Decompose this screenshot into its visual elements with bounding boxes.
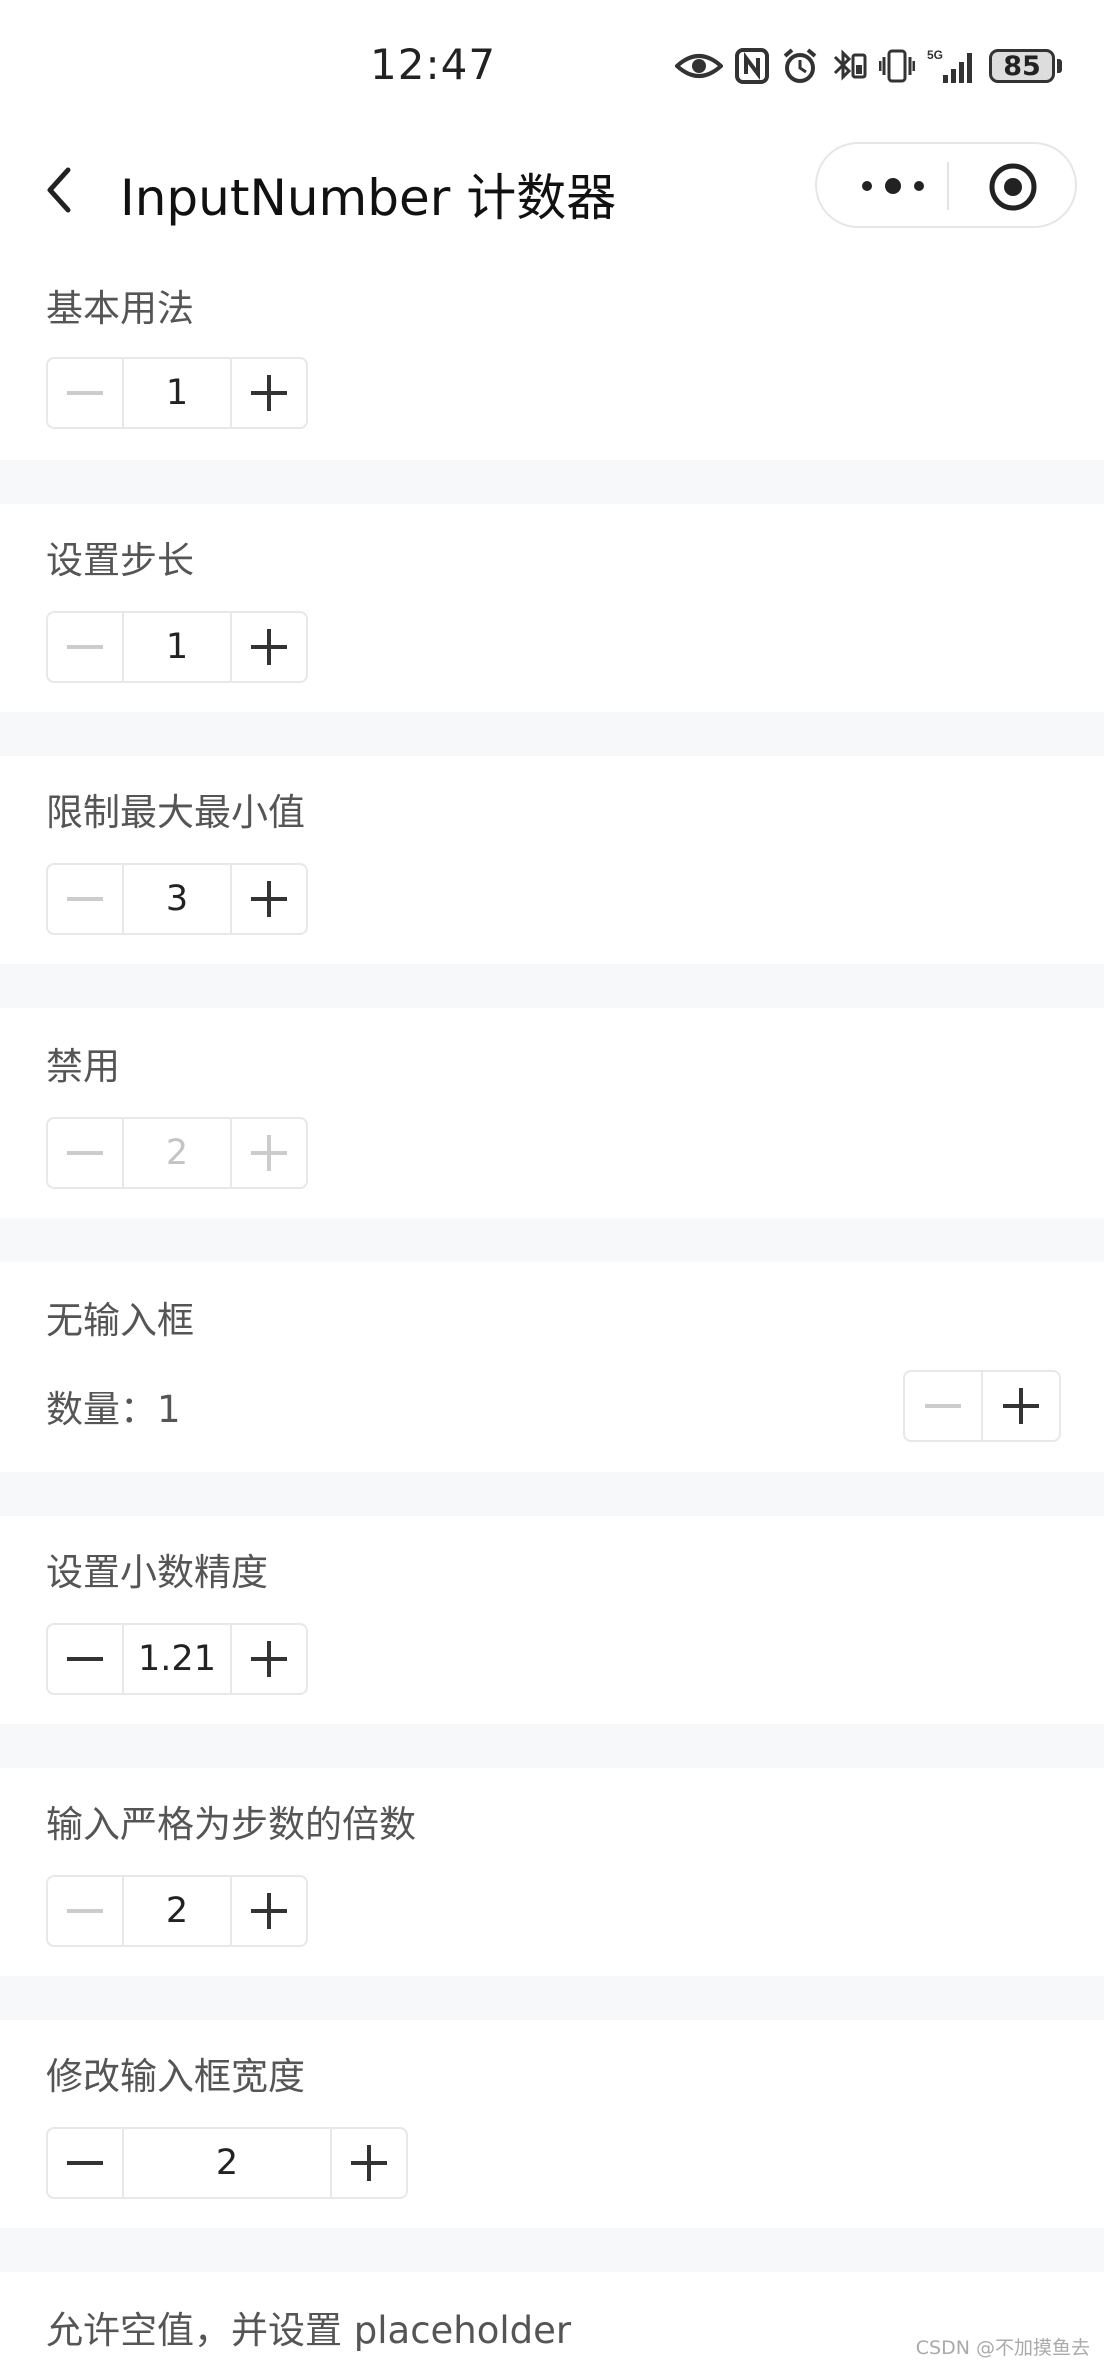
section-gap <box>0 964 1104 1008</box>
minus-icon <box>67 897 103 901</box>
section-decimal: 设置小数精度 1.21 <box>0 1516 1104 1724</box>
section-placeholder: 允许空值，并设置 placeholder <box>0 2272 1104 2376</box>
section-title: 限制最大最小值 <box>46 791 305 834</box>
minus-button[interactable] <box>905 1372 983 1440</box>
section-width: 修改输入框宽度 2 <box>0 2020 1104 2228</box>
value-input[interactable]: 1.21 <box>124 1625 230 1693</box>
section-disabled: 禁用 2 <box>0 1008 1104 1218</box>
plus-icon <box>1003 1388 1039 1424</box>
minus-button <box>48 1119 124 1187</box>
more-icon[interactable] <box>853 166 933 206</box>
mini-program-capsule <box>815 142 1077 228</box>
plus-icon <box>251 881 287 917</box>
minus-button[interactable] <box>48 613 124 681</box>
section-gap <box>0 2228 1104 2272</box>
nav-bar: InputNumber 计数器 <box>0 130 1104 245</box>
plus-button <box>230 1119 306 1187</box>
input-number-basic: 1 <box>46 357 308 429</box>
plus-button[interactable] <box>983 1372 1059 1440</box>
section-limit: 限制最大最小值 3 <box>0 756 1104 964</box>
minus-icon <box>67 1151 103 1155</box>
input-number-strict: 2 <box>46 1875 308 1947</box>
section-step: 设置步长 1 <box>0 504 1104 712</box>
watermark: CSDN @不加摸鱼去 <box>915 2337 1090 2359</box>
signal-icon: 5G <box>927 48 972 83</box>
plus-button[interactable] <box>230 359 306 427</box>
section-basic: 基本用法 1 <box>0 245 1104 460</box>
plus-button[interactable] <box>230 1625 306 1693</box>
input-number-width: 2 <box>46 2127 408 2199</box>
section-no-input: 无输入框 数量：1 <box>0 1262 1104 1472</box>
minus-button[interactable] <box>48 865 124 933</box>
page-title: InputNumber 计数器 <box>120 169 617 227</box>
value-input[interactable]: 1 <box>124 613 230 681</box>
section-title: 设置小数精度 <box>46 1551 268 1594</box>
close-target-icon[interactable] <box>987 161 1039 213</box>
input-number-step: 1 <box>46 611 308 683</box>
plus-button[interactable] <box>330 2129 406 2197</box>
value-input[interactable]: 2 <box>124 1877 230 1945</box>
capsule-divider <box>947 162 949 210</box>
section-gap <box>0 1472 1104 1516</box>
input-number-limit: 3 <box>46 863 308 935</box>
plus-icon <box>251 1641 287 1677</box>
minus-button[interactable] <box>48 1877 124 1945</box>
plus-button[interactable] <box>230 865 306 933</box>
minus-button[interactable] <box>48 1625 124 1693</box>
minus-icon <box>67 1909 103 1913</box>
vibrate-icon <box>879 49 915 83</box>
section-title: 无输入框 <box>46 1299 194 1342</box>
svg-text:5G: 5G <box>927 48 943 62</box>
section-title: 输入严格为步数的倍数 <box>46 1803 416 1846</box>
minus-button[interactable] <box>48 359 124 427</box>
status-icons: 5G 85 <box>675 44 1062 88</box>
input-number-no-input <box>903 1370 1061 1442</box>
quantity-label: 数量：1 <box>46 1388 181 1431</box>
section-title: 允许空值，并设置 placeholder <box>46 2309 572 2352</box>
plus-button[interactable] <box>230 1877 306 1945</box>
input-number-decimal: 1.21 <box>46 1623 308 1695</box>
minus-icon <box>67 645 103 649</box>
value-input[interactable]: 3 <box>124 865 230 933</box>
plus-icon <box>251 375 287 411</box>
section-title: 基本用法 <box>46 287 194 330</box>
input-number-disabled: 2 <box>46 1117 308 1189</box>
status-bar: 12:47 5G 85 <box>0 0 1104 130</box>
eye-icon <box>675 54 723 78</box>
plus-icon <box>251 629 287 665</box>
plus-icon <box>251 1135 287 1171</box>
section-gap <box>0 1724 1104 1768</box>
plus-icon <box>351 2145 387 2181</box>
bluetooth-icon <box>833 49 867 81</box>
section-title: 设置步长 <box>46 539 194 582</box>
value-input[interactable]: 2 <box>124 2129 330 2197</box>
plus-icon <box>251 1893 287 1929</box>
minus-icon <box>67 391 103 395</box>
minus-icon <box>925 1404 961 1408</box>
value-input: 2 <box>165 1133 189 1173</box>
minus-icon <box>67 1657 103 1661</box>
battery-level: 85 <box>989 49 1055 83</box>
minus-button[interactable] <box>48 2129 124 2197</box>
battery-icon: 85 <box>989 49 1062 83</box>
section-gap <box>0 712 1104 756</box>
minus-icon <box>67 2161 103 2165</box>
alarm-icon <box>783 48 817 83</box>
nfc-icon <box>735 48 769 84</box>
section-gap <box>0 460 1104 504</box>
section-title: 修改输入框宽度 <box>46 2055 305 2098</box>
section-title: 禁用 <box>46 1045 120 1088</box>
section-strict: 输入严格为步数的倍数 2 <box>0 1768 1104 1976</box>
plus-button[interactable] <box>230 613 306 681</box>
back-icon[interactable] <box>40 160 80 220</box>
status-time: 12:47 <box>370 40 497 89</box>
value-input[interactable]: 1 <box>124 359 230 427</box>
section-gap <box>0 1976 1104 2020</box>
section-gap <box>0 1218 1104 1262</box>
